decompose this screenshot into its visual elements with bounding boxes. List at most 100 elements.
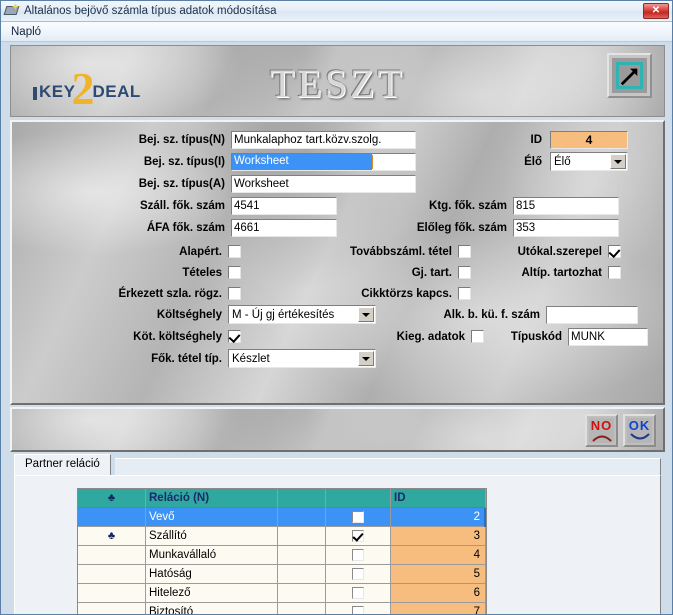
form-panel: Bej. sz. típus(N) Munkalaphoz tart.közv.… — [10, 120, 665, 405]
input-alkbku[interactable] — [546, 305, 638, 324]
grid-header-relacio: Reláció (N) — [146, 489, 278, 508]
label-ktg-fok: Ktg. fők. szám — [429, 199, 507, 212]
row-gap-cell — [278, 508, 326, 527]
chevron-down-icon[interactable] — [610, 154, 626, 169]
row-gap-cell — [278, 546, 326, 565]
input-tipus-n[interactable]: Munkalaphoz tart.közv.szolg. — [231, 130, 416, 149]
client-area: KEY 2 DEAL TESZT Bej. sz. típus(N) Munka… — [1, 42, 672, 614]
label-tovabbszaml: Továbbszáml. tétel — [349, 245, 452, 258]
input-tipuskod[interactable]: MUNK — [568, 327, 648, 346]
label-altip: Altíp. tartozhat — [521, 266, 603, 279]
checkbox-teteles[interactable] — [228, 266, 241, 279]
checkbox-row-kot-koltseghely: Köt. költséghely — [119, 327, 241, 346]
field-row-eloleg-fok: Előleg fők. szám 353 — [392, 218, 619, 237]
table-row[interactable]: ♣ Szállító 3 — [78, 527, 486, 546]
label-koltseghely: Költséghely — [156, 308, 222, 321]
checkbox-kot-koltseghely[interactable] — [228, 330, 241, 343]
select-fok-tetel-tip[interactable]: Készlet — [228, 349, 376, 368]
select-elo-value: Élő — [554, 155, 571, 168]
tab-strip-filler — [115, 458, 661, 476]
table-row[interactable]: Hatóság 5 — [78, 565, 486, 584]
partner-relation-grid[interactable]: ♣ Reláció (N) ID Vevő 2 ♣ Szállító 3 Mun… — [77, 488, 487, 614]
window-title: Általános bejövő számla típus adatok mód… — [24, 5, 277, 17]
grid-header-club: ♣ — [78, 489, 146, 508]
row-id-cell: 4 — [391, 546, 486, 565]
chevron-down-icon[interactable] — [358, 307, 374, 322]
tab-strip: Partner reláció — [14, 454, 661, 476]
row-name-cell: Vevő — [146, 508, 278, 527]
label-tipus-a: Bej. sz. típus(A) — [138, 177, 225, 190]
grid-header-row: ♣ Reláció (N) ID — [78, 489, 486, 508]
checkbox-gj-tart[interactable] — [458, 266, 471, 279]
row-checkbox-cell[interactable] — [326, 508, 391, 527]
row-club-cell — [78, 603, 146, 614]
row-name-cell: Hatóság — [146, 565, 278, 584]
ok-button[interactable]: OK — [623, 414, 656, 447]
tab-partner-relacio[interactable]: Partner reláció — [14, 454, 111, 476]
table-row[interactable]: Hitelező 6 — [78, 584, 486, 603]
grid-header-checkbox — [326, 489, 391, 508]
row-checkbox[interactable] — [352, 511, 364, 523]
row-name-cell: Munkavállaló — [146, 546, 278, 565]
label-gj-tart: Gj. tart. — [411, 266, 452, 279]
row-checkbox[interactable] — [352, 549, 364, 561]
checkbox-kieg-adatok[interactable] — [471, 330, 484, 343]
field-row-fok-tetel-tip: Fők. tétel típ. Készlet — [132, 349, 376, 368]
menu-bar: Napló — [1, 22, 672, 42]
checkbox-alapert[interactable] — [228, 245, 241, 258]
field-row-alkbku: Alk. b. kü. f. szám — [422, 305, 638, 324]
menu-item-naplo[interactable]: Napló — [9, 25, 47, 39]
action-button-strip: NO OK — [10, 407, 665, 452]
checkbox-row-altip: Altíp. tartozhat — [497, 263, 621, 282]
checkbox-altip[interactable] — [608, 266, 621, 279]
label-tipuskod: Típuskód — [510, 330, 562, 343]
table-row[interactable]: Biztosító 7 — [78, 603, 486, 614]
field-row-elo: Élő Élő — [520, 152, 628, 171]
input-tipus-i[interactable]: Worksheet — [231, 152, 416, 171]
label-cikktorzs: Cikktörzs kapcs. — [361, 287, 452, 300]
checkbox-tovabbszaml[interactable] — [458, 245, 471, 258]
select-koltseghely[interactable]: M - Új gj értékesítés — [228, 305, 376, 324]
field-row-tipus-a: Bej. sz. típus(A) Worksheet — [107, 174, 416, 193]
checkbox-utokal[interactable] — [608, 245, 621, 258]
row-checkbox-cell[interactable] — [326, 565, 391, 584]
row-gap-cell — [278, 584, 326, 603]
checkbox-erkezett[interactable] — [228, 287, 241, 300]
label-utokal: Utókal.szerepel — [517, 245, 602, 258]
row-checkbox-cell[interactable] — [326, 546, 391, 565]
row-checkbox[interactable] — [352, 568, 364, 580]
no-button[interactable]: NO — [585, 414, 618, 447]
field-row-szall-fok: Száll. fők. szám 4541 — [92, 196, 337, 215]
label-eloleg-fok: Előleg fők. szám — [416, 221, 507, 234]
input-tipus-a[interactable]: Worksheet — [231, 174, 416, 193]
label-tipus-n: Bej. sz. típus(N) — [138, 133, 225, 146]
chevron-down-icon[interactable] — [358, 351, 374, 366]
row-checkbox-cell[interactable] — [326, 584, 391, 603]
value-id: 4 — [550, 130, 628, 149]
select-elo[interactable]: Élő — [550, 152, 628, 171]
table-row[interactable]: Vevő 2 — [78, 508, 486, 527]
input-ktg-fok[interactable]: 815 — [513, 196, 619, 215]
row-gap-cell — [278, 565, 326, 584]
checkbox-cikktorzs[interactable] — [458, 287, 471, 300]
row-checkbox[interactable] — [352, 606, 364, 614]
close-button[interactable]: ✕ — [643, 3, 669, 19]
table-row[interactable]: Munkavállaló 4 — [78, 546, 486, 565]
checkbox-row-cikktorzs: Cikktörzs kapcs. — [317, 284, 471, 303]
maximize-arrow-button[interactable] — [607, 53, 652, 98]
club-icon: ♣ — [107, 529, 116, 542]
row-club-cell — [78, 565, 146, 584]
watermark-text: TESZT — [270, 61, 405, 106]
select-fok-tetel-tip-value: Készlet — [232, 352, 270, 365]
grid-header-gap — [278, 489, 326, 508]
input-afa-fok[interactable]: 4661 — [231, 218, 337, 237]
row-gap-cell — [278, 603, 326, 614]
row-checkbox[interactable] — [352, 530, 364, 542]
label-fok-tetel-tip: Fők. tétel típ. — [151, 352, 222, 365]
input-szall-fok[interactable]: 4541 — [231, 196, 337, 215]
input-eloleg-fok[interactable]: 353 — [513, 218, 619, 237]
field-row-koltseghely: Költséghely M - Új gj értékesítés — [132, 305, 376, 324]
row-checkbox[interactable] — [352, 587, 364, 599]
row-checkbox-cell[interactable] — [326, 527, 391, 546]
row-checkbox-cell[interactable] — [326, 603, 391, 614]
